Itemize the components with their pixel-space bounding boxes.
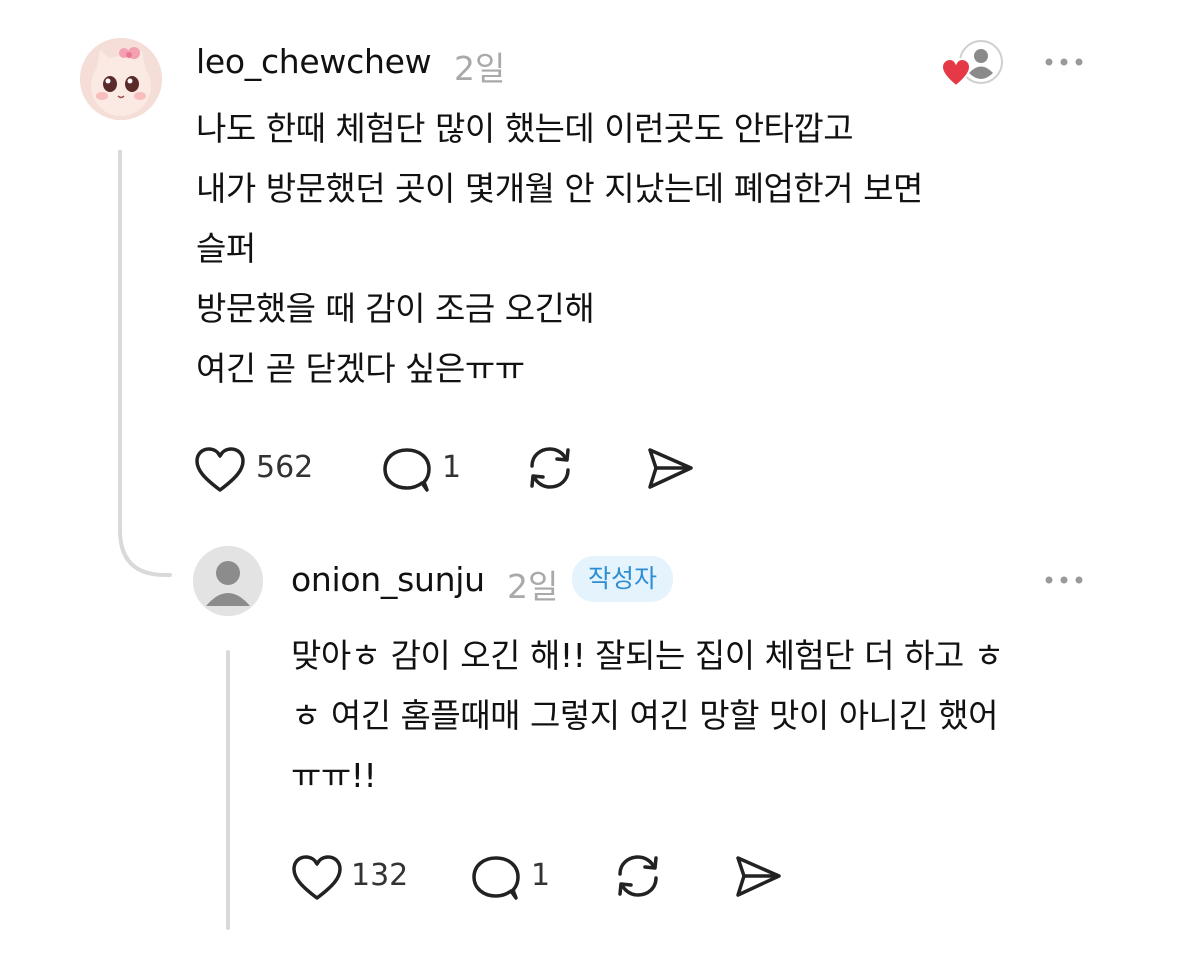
reply-like-button[interactable]: 132	[291, 850, 421, 904]
post-body-line: 나도 한때 체험단 많이 했는데 이런곳도 안타깝고	[196, 109, 854, 148]
reply-time: 2일	[507, 567, 559, 606]
author-badge: 작성자	[572, 556, 674, 602]
reply-reply-count: 1	[531, 858, 551, 893]
post-username[interactable]: leo_chewchew	[196, 42, 432, 81]
reply-username[interactable]: onion_sunju	[291, 560, 485, 599]
send-icon	[736, 856, 781, 897]
heart-icon	[292, 855, 342, 900]
post-body-line: 여긴 곧 닫겠다 싶은ㅠㅠ	[196, 349, 525, 388]
cat-face-icon	[80, 38, 162, 120]
post-like-button[interactable]: 562	[194, 442, 324, 496]
reply-repost-button[interactable]	[612, 850, 664, 902]
cartoon-cat-avatar[interactable]	[80, 38, 162, 120]
post-share-button[interactable]	[644, 444, 696, 494]
post-reply-count: 1	[442, 450, 462, 485]
reply-body: 맞아ㅎ 감이 오긴 해!! 잘되는 집이 체험단 더 하고 ㅎ ㅎ 여긴 홈플때…	[291, 626, 1004, 806]
heart-icon	[195, 447, 245, 492]
post-repost-button[interactable]	[524, 442, 576, 494]
thread-connector	[118, 150, 172, 577]
post-like-count: 562	[256, 450, 314, 485]
reply-bubble-icon	[383, 448, 431, 492]
post-body-line: 내가 방문했던 곳이 몇개월 안 지났는데 폐업한거 보면	[196, 169, 923, 208]
send-icon	[648, 448, 693, 489]
user-silhouette-icon	[193, 546, 263, 616]
post-body-line: 슬퍼	[196, 229, 256, 268]
reply-body-line: ㅎ 여긴 홈플때매 그렇지 여긴 망할 맛이 아니긴 했어	[291, 696, 998, 735]
default-user-avatar[interactable]	[193, 546, 263, 616]
reply-share-button[interactable]	[732, 852, 784, 902]
post-time: 2일	[454, 49, 506, 88]
post-body-line: 방문했을 때 감이 조금 오긴해	[196, 289, 595, 328]
repost-icon	[530, 447, 570, 489]
reply-more-options-icon[interactable]	[1043, 570, 1085, 590]
post-reply-button[interactable]: 1	[382, 442, 472, 496]
reply-like-count: 132	[351, 858, 409, 893]
reply-reply-button[interactable]: 1	[471, 850, 561, 904]
post-more-options-icon[interactable]	[1043, 52, 1085, 72]
post-body: 나도 한때 체험단 많이 했는데 이런곳도 안타깝고 내가 방문했던 곳이 몇개…	[196, 99, 923, 399]
liked-by-author-icon[interactable]	[940, 38, 1004, 94]
reply-body-line: 맞아ㅎ 감이 오긴 해!! 잘되는 집이 체험단 더 하고 ㅎ	[291, 636, 1004, 675]
repost-icon	[618, 855, 658, 897]
reply-bubble-icon	[472, 856, 520, 900]
reply-body-line: ㅠㅠ!!	[291, 756, 377, 795]
reply-thread-line	[226, 650, 230, 930]
